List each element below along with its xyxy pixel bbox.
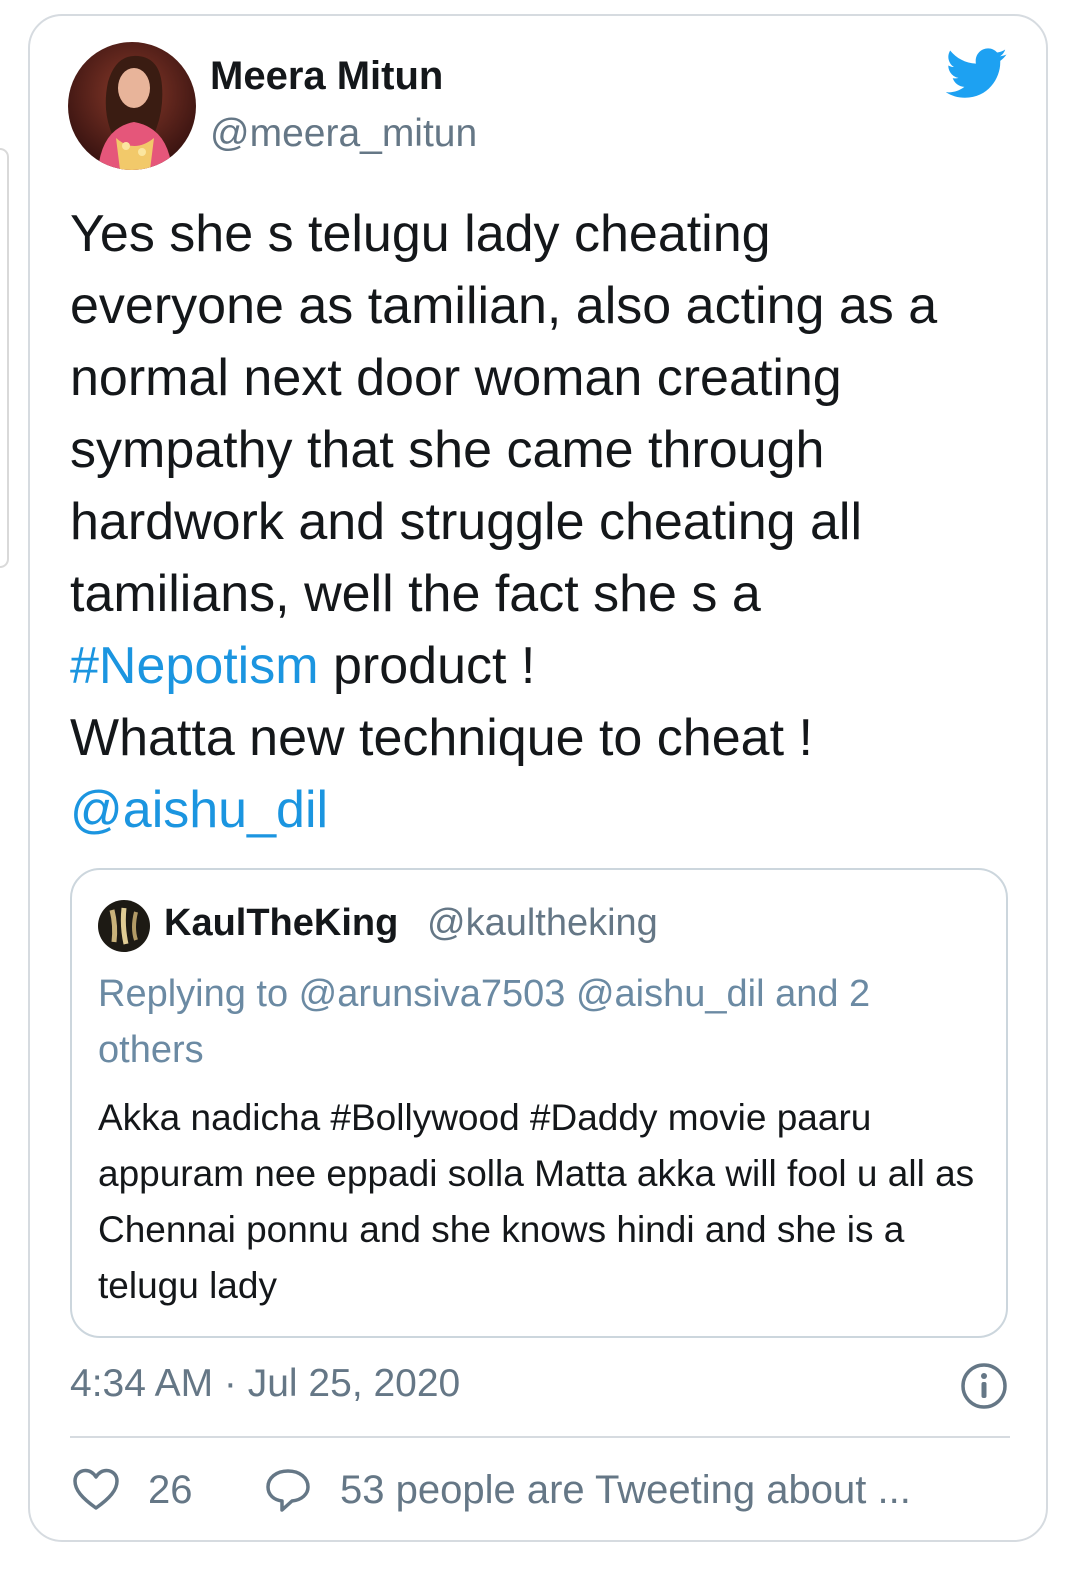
scrollbar[interactable] bbox=[0, 148, 9, 568]
quoted-avatar[interactable] bbox=[98, 900, 150, 952]
quoted-author-name[interactable]: KaulTheKing bbox=[164, 902, 398, 945]
quoted-tweet[interactable]: KaulTheKing @kaultheking Replying to @ar… bbox=[70, 868, 1008, 1338]
quoted-text: Akka nadicha #Bollywood #Daddy movie paa… bbox=[98, 1097, 975, 1306]
replying-to: Replying to @arunsiva7503 @aishu_dil and… bbox=[98, 973, 871, 1071]
divider bbox=[70, 1436, 1010, 1438]
tweet-line: hardwork and struggle cheating all bbox=[70, 493, 863, 551]
tweet-line: Whatta new technique to cheat ! bbox=[70, 709, 813, 767]
hashtag-link[interactable]: #Nepotism bbox=[70, 637, 319, 695]
tweet-line: sympathy that she came through bbox=[70, 421, 825, 479]
tweet-line: normal next door woman creating bbox=[70, 349, 842, 407]
mention-link[interactable]: @aishu_dil bbox=[70, 781, 328, 839]
tweet-line: everyone as tamilian, also acting as a bbox=[70, 277, 938, 335]
twitter-bird-icon[interactable] bbox=[945, 48, 1008, 100]
quoted-author-handle[interactable]: @kaultheking bbox=[427, 902, 658, 945]
tweet-line: tamilians, well the fact she s a bbox=[70, 565, 761, 623]
tweet-text: Yes she s telugu lady cheating everyone a… bbox=[70, 198, 1020, 846]
like-count[interactable]: 26 bbox=[148, 1468, 193, 1513]
author-name[interactable]: Meera Mitun bbox=[210, 54, 443, 99]
author-handle[interactable]: @meera_mitun bbox=[210, 112, 477, 156]
tweet-card: Meera Mitun @meera_mitun Yes she s telug… bbox=[28, 14, 1048, 1542]
heart-icon[interactable] bbox=[72, 1468, 120, 1512]
avatar[interactable] bbox=[68, 42, 196, 170]
info-icon[interactable] bbox=[960, 1362, 1008, 1410]
tweet-line: Yes she s telugu lady cheating bbox=[70, 205, 771, 263]
tweeting-about-link[interactable]: 53 people are Tweeting about ... bbox=[340, 1468, 911, 1513]
speech-bubble-icon[interactable] bbox=[264, 1466, 312, 1514]
tweet-line: product ! bbox=[318, 637, 536, 695]
timestamp[interactable]: 4:34 AM · Jul 25, 2020 bbox=[70, 1362, 460, 1406]
